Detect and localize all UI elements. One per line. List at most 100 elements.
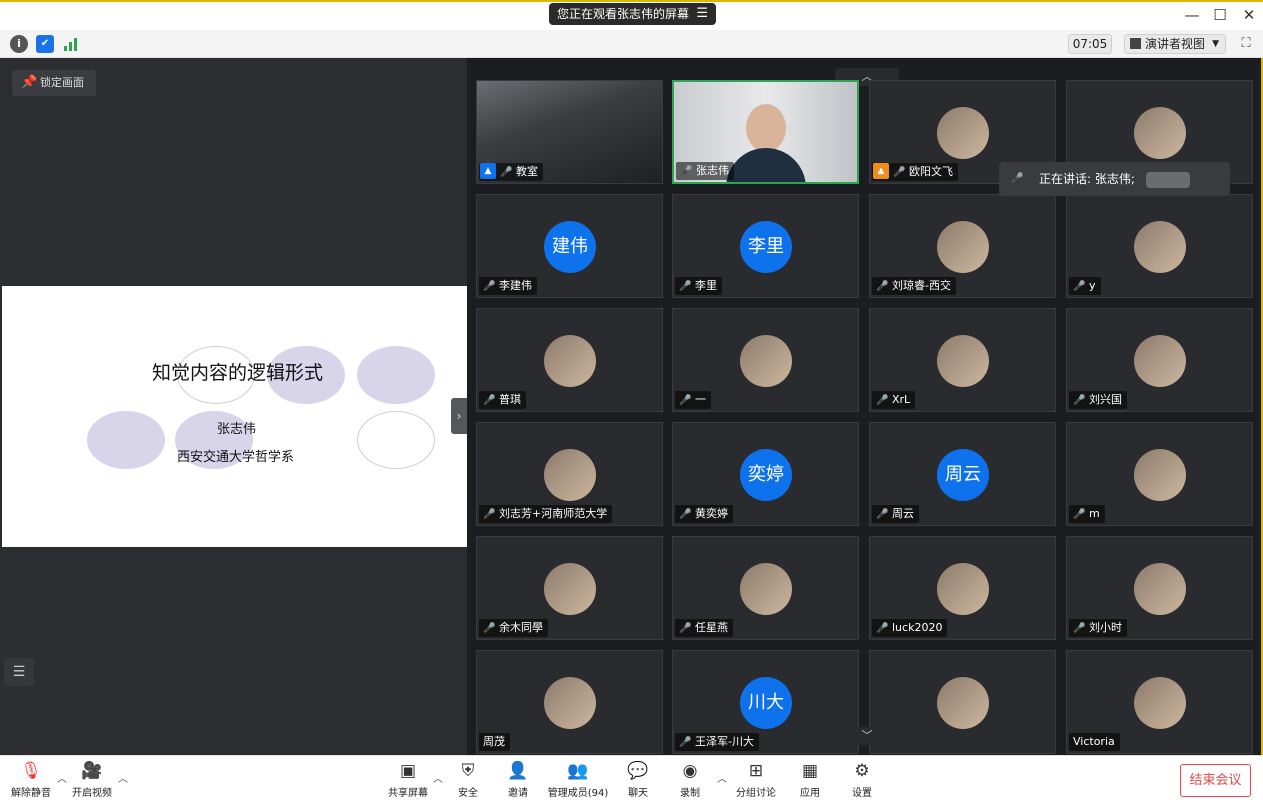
- manage-members-button[interactable]: 👥 管理成员(94): [547, 760, 609, 799]
- person-body: [726, 148, 806, 182]
- avatar: [937, 563, 989, 615]
- avatar: [544, 563, 596, 615]
- scroll-down-button[interactable]: ﹀: [835, 727, 899, 745]
- breakout-rooms-button[interactable]: ⊞ 分组讨论: [734, 760, 778, 799]
- speaker-view-icon: [1130, 38, 1141, 49]
- participant-name: 刘小时: [1089, 621, 1122, 634]
- mic-muted-icon: 🎤: [893, 167, 906, 178]
- shield-icon[interactable]: ✔: [36, 35, 54, 53]
- participant-tile[interactable]: 建伟 🎤 李建伟: [476, 194, 663, 298]
- participant-tile[interactable]: 🎤 张志伟: [672, 80, 859, 184]
- participant-tile[interactable]: 周茂: [476, 650, 663, 754]
- close-icon[interactable]: ✕: [1238, 6, 1260, 24]
- security-button[interactable]: ⛨ 安全: [452, 760, 484, 799]
- participant-tile[interactable]: 🎤 m: [1066, 422, 1253, 526]
- settings-button[interactable]: ⚙ 设置: [846, 760, 878, 799]
- participant-tile[interactable]: 李里 🎤 李里: [672, 194, 859, 298]
- record-button[interactable]: ◉ 录制: [674, 760, 706, 799]
- maximize-icon[interactable]: ☐: [1209, 6, 1231, 24]
- participant-tile[interactable]: 奕婷 🎤 黄奕婷: [672, 422, 859, 526]
- avatar: [1134, 677, 1186, 729]
- avatar: 建伟: [544, 221, 596, 273]
- slide-oval: [357, 346, 435, 404]
- unmute-button[interactable]: 🎙 解除静音: [10, 760, 52, 799]
- share-screen-button[interactable]: ▣ 共享屏幕: [386, 760, 430, 799]
- title-bar: 您正在观看张志伟的屏幕 ☰ — ☐ ✕: [0, 0, 1263, 30]
- apps-button[interactable]: ▦ 应用: [794, 760, 826, 799]
- participant-tile[interactable]: 🎤 任星燕: [672, 536, 859, 640]
- add-user-icon: 👤: [507, 761, 529, 781]
- participant-name: 刘兴国: [1089, 393, 1122, 406]
- participant-tile[interactable]: 🎤 普琪: [476, 308, 663, 412]
- mic-muted-icon: 🎤: [483, 281, 496, 292]
- participant-tile[interactable]: 🎤 刘小时: [1066, 536, 1253, 640]
- participant-tile[interactable]: 🎤 刘志芳+河南师范大学: [476, 422, 663, 526]
- mic-muted-icon: 🎤: [1073, 623, 1086, 634]
- list-icon[interactable]: ☰: [4, 658, 34, 686]
- participant-tile[interactable]: 🎤 XrL: [869, 308, 1056, 412]
- mic-muted-icon: 🎤: [876, 395, 889, 406]
- share-banner[interactable]: 您正在观看张志伟的屏幕 ☰: [549, 3, 716, 25]
- participant-tile[interactable]: 🎤 y: [1066, 194, 1253, 298]
- avatar: [1134, 449, 1186, 501]
- participant-name: 周茂: [483, 735, 505, 748]
- participant-nameplate: 周茂: [479, 733, 510, 751]
- mic-muted-icon: 🎤: [679, 395, 692, 406]
- participant-name: 任星燕: [695, 621, 728, 634]
- participant-name: 张志伟: [696, 164, 729, 177]
- fullscreen-icon[interactable]: ⛶: [1237, 35, 1255, 53]
- participant-name: XrL: [892, 393, 911, 406]
- participant-name: 教室: [516, 165, 538, 178]
- start-video-button[interactable]: 🎥 开启视频: [70, 760, 114, 799]
- participant-tile[interactable]: 🎤 刘兴国: [1066, 308, 1253, 412]
- apps-icon: ▦: [801, 761, 819, 781]
- avatar: [1134, 563, 1186, 615]
- chevron-up-icon[interactable]: ︿: [433, 770, 443, 785]
- mic-muted-icon: 🎤: [679, 737, 692, 748]
- participant-name: 欧阳文飞: [909, 165, 953, 178]
- participant-tile[interactable]: 🎤 余木同學: [476, 536, 663, 640]
- avatar: 李里: [740, 221, 792, 273]
- info-icon[interactable]: i: [10, 35, 28, 53]
- participant-tile[interactable]: 🎤 luck2020: [869, 536, 1056, 640]
- speaking-indicator: 🎤 正在讲话: 张志伟;: [999, 162, 1230, 196]
- slide-oval: [87, 411, 165, 469]
- lock-view-button[interactable]: 📌 锁定画面: [12, 70, 96, 96]
- participant-nameplate: 🎤 王泽军-川大: [675, 733, 759, 751]
- mic-muted-icon: 🎤: [679, 281, 692, 292]
- mic-muted-icon: 🎤: [500, 167, 513, 178]
- meeting-info-bar: i ✔ 07:05 演讲者视图 ▼ ⛶: [0, 30, 1263, 58]
- chevron-up-icon[interactable]: ︿: [717, 770, 727, 785]
- participant-name: m: [1089, 507, 1100, 520]
- view-mode-dropdown[interactable]: 演讲者视图 ▼: [1124, 34, 1226, 54]
- end-meeting-button[interactable]: 结束会议: [1180, 764, 1251, 797]
- participant-name: y: [1089, 279, 1096, 292]
- pin-icon: 📌: [21, 75, 38, 90]
- share-screen-icon: ▣: [399, 761, 417, 781]
- mic-muted-icon: 🎤: [483, 623, 496, 634]
- participant-nameplate: 🎤 刘小时: [1069, 619, 1127, 637]
- mic-icon: 🎤: [680, 166, 693, 177]
- chevron-up-icon[interactable]: ︿: [118, 770, 128, 785]
- mic-muted-icon: 🎤: [483, 395, 496, 406]
- participant-tile[interactable]: 周云 🎤 周云: [869, 422, 1056, 526]
- participant-tile[interactable]: ▲ 🎤 教室: [476, 80, 663, 184]
- mic-muted-icon: 🎤: [1073, 395, 1086, 406]
- participant-nameplate: 🎤 XrL: [872, 391, 916, 409]
- chevron-up-icon[interactable]: ︿: [57, 770, 67, 785]
- participant-tile[interactable]: 川大 🎤 王泽军-川大: [672, 650, 859, 754]
- chevron-right-icon[interactable]: ›: [451, 398, 467, 434]
- signal-icon[interactable]: [62, 35, 80, 53]
- invite-button[interactable]: 👤 邀请: [502, 760, 534, 799]
- participant-tile[interactable]: 🎤 一: [672, 308, 859, 412]
- participant-nameplate: 🎤 一: [675, 391, 711, 409]
- chat-button[interactable]: 💬 聊天: [622, 760, 654, 799]
- menu-icon[interactable]: ☰: [696, 3, 708, 25]
- mic-muted-icon: 🎤: [679, 509, 692, 520]
- participant-name: 一: [695, 393, 706, 406]
- presentation-slide: 知觉内容的逻辑形式 张志伟 西安交通大学哲学系: [2, 286, 467, 547]
- participant-tile[interactable]: Victoria: [1066, 650, 1253, 754]
- participant-tile[interactable]: 🎤 刘琼睿-西交: [869, 194, 1056, 298]
- slide-oval: [357, 411, 435, 469]
- minimize-icon[interactable]: —: [1181, 6, 1203, 24]
